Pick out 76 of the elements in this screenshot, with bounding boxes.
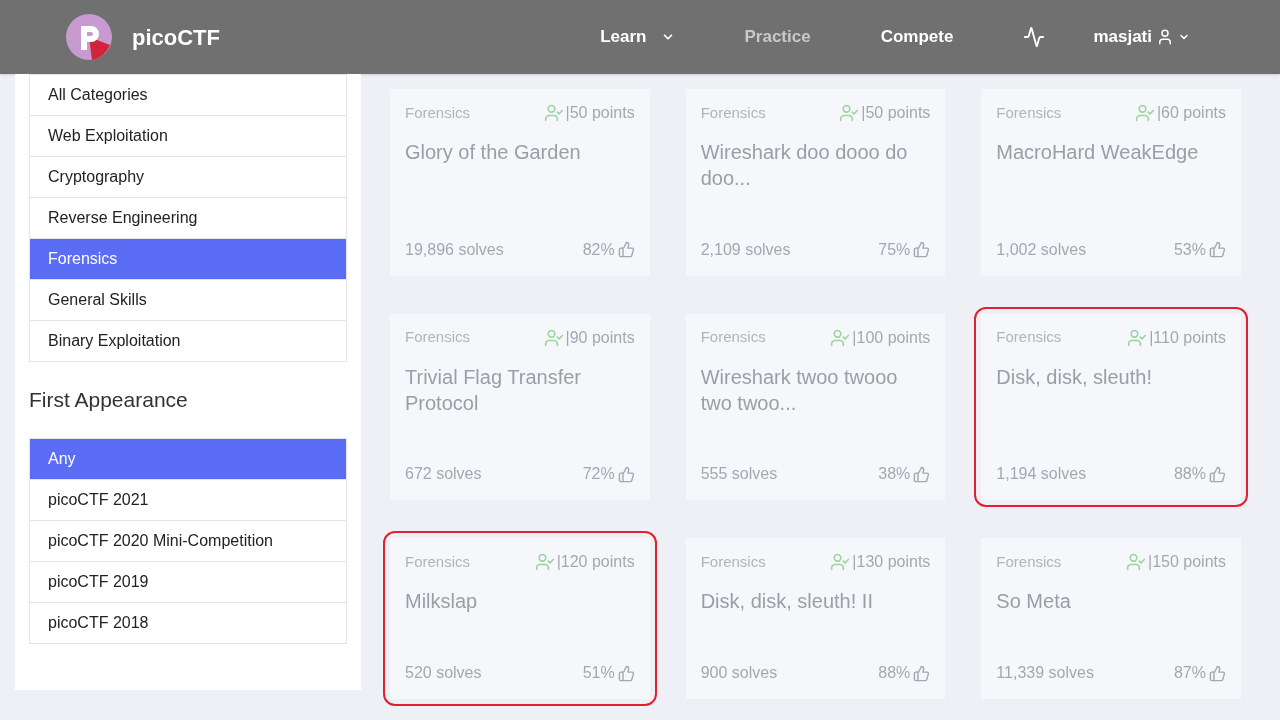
challenge-title: MacroHard WeakEdge (996, 140, 1200, 165)
solves-count: 11,339 solves (996, 663, 1094, 683)
nav-link[interactable]: Practice (744, 24, 811, 50)
points-label: |90 points (565, 327, 635, 348)
thumbs-up-icon (1209, 465, 1226, 483)
user-check-icon (839, 103, 860, 123)
user-icon (1156, 28, 1174, 46)
thumbs-up-icon (913, 664, 931, 682)
solves-count: 520 solves (405, 663, 482, 683)
points-label: |120 points (556, 552, 635, 573)
challenge-title: Disk, disk, sleuth! (996, 364, 1153, 390)
user-check-icon (830, 552, 851, 573)
rating-percent: 82% (582, 239, 615, 260)
points-label: |100 points (852, 327, 931, 348)
solves-count: 1,002 solves (996, 239, 1087, 260)
rating-percent: 53% (1173, 239, 1206, 260)
user-check-icon (1127, 327, 1148, 348)
rating-percent: 38% (878, 464, 911, 485)
category-label: Forensics (996, 327, 1062, 348)
solves-count: 19,896 solves (405, 239, 504, 260)
category-label: Forensics (700, 102, 766, 123)
rating-percent: 75% (878, 239, 911, 260)
rating-percent: 72% (582, 464, 615, 485)
solves-count: 555 solves (700, 464, 778, 485)
category-label: Forensics (700, 552, 766, 573)
user-menu[interactable]: masjati (1093, 24, 1190, 50)
user-check-icon (1134, 103, 1155, 123)
points-label: |50 points (861, 103, 931, 123)
section-title: First Appearance (29, 387, 189, 413)
category-label: Forensics (405, 327, 471, 348)
challenge-title: Wireshark doo dooo do doo... (700, 140, 909, 191)
challenge-title: Glory of the Garden (405, 140, 582, 165)
solves-count: 672 solves (405, 464, 482, 485)
user-check-icon (1126, 552, 1146, 573)
thumbs-up-icon (913, 465, 931, 483)
points-label: |50 points (565, 103, 635, 123)
thumbs-up-icon (1209, 664, 1226, 682)
thumbs-up-icon (617, 241, 635, 259)
challenge-title: Milkslap (405, 589, 479, 615)
category-label: Forensics (405, 552, 471, 573)
challenge-title: Trivial Flag Transfer Protocol (405, 364, 582, 416)
thumbs-up-icon (617, 664, 635, 682)
nav-link[interactable]: Compete (880, 24, 954, 50)
category-label: Forensics (996, 102, 1062, 123)
thumbs-up-icon (617, 465, 635, 483)
user-check-icon (830, 327, 851, 348)
activity-icon[interactable] (1023, 26, 1046, 48)
challenge-title: Wireshark twoo twooo two twoo... (700, 364, 899, 416)
category-label: Forensics (996, 552, 1062, 573)
challenge-title: Disk, disk, sleuth! II (700, 589, 874, 615)
thumbs-up-icon (1209, 241, 1226, 259)
points-label: |130 points (852, 552, 931, 573)
points-label: |150 points (1148, 552, 1226, 573)
category-label: Forensics (405, 102, 471, 123)
points-label: |60 points (1156, 103, 1226, 123)
solves-count: 1,194 solves (996, 464, 1087, 485)
nav-link[interactable]: Learn (600, 24, 675, 50)
filter-item[interactable]: Any (30, 438, 346, 480)
user-check-icon (543, 327, 564, 348)
points-label: |110 points (1149, 327, 1226, 348)
solves-count: 900 solves (700, 663, 778, 683)
rating-percent: 88% (1173, 464, 1206, 485)
solves-count: 2,109 solves (700, 239, 791, 260)
user-check-icon (543, 103, 564, 123)
logo-icon (66, 14, 112, 60)
rating-percent: 51% (582, 663, 615, 683)
challenge-card[interactable]: Forensics |110 points Disk, disk, sleuth! 1,194 solves 88% (974, 306, 1248, 508)
user-check-icon (534, 552, 555, 573)
filter-item[interactable]: Forensics (30, 239, 346, 280)
rating-percent: 87% (1173, 663, 1206, 683)
challenge-title: So Meta (996, 589, 1072, 615)
brand-name[interactable]: picoCTF (132, 20, 220, 54)
rating-percent: 88% (878, 663, 911, 683)
category-label: Forensics (700, 327, 766, 348)
challenge-card[interactable]: Forensics |120 points Milkslap 520 solves 51% (383, 531, 657, 706)
thumbs-up-icon (913, 241, 931, 259)
